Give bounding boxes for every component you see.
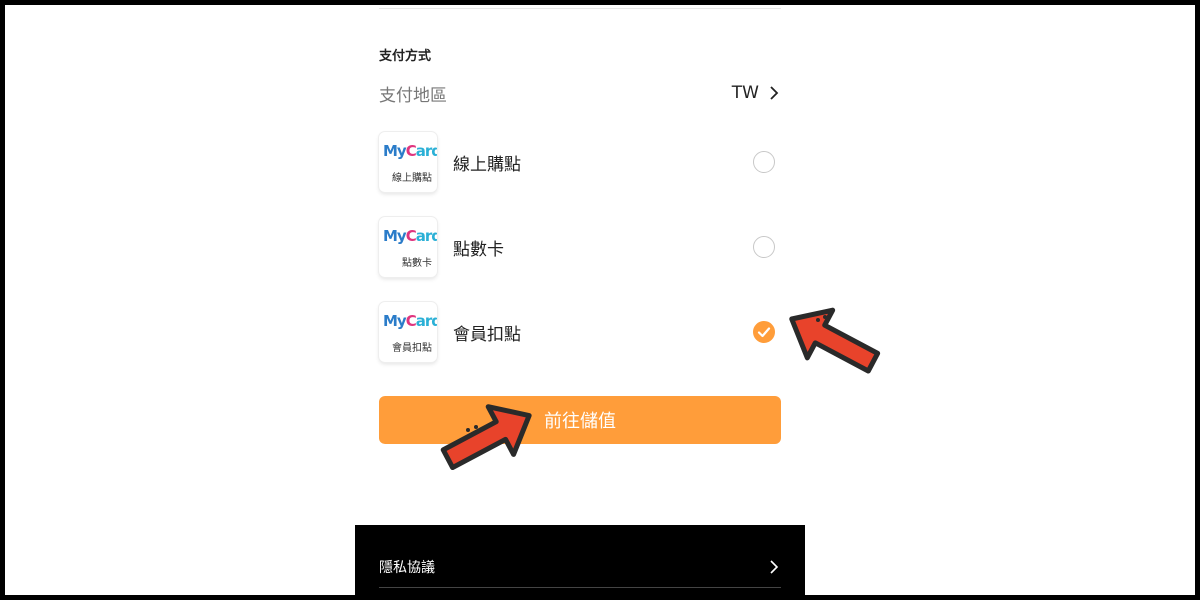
payment-method-member-points[interactable]: MyCard 會員扣點 會員扣點 <box>379 300 781 364</box>
payment-method-label: 會員扣點 <box>453 324 521 345</box>
payment-method-radio[interactable] <box>753 236 775 258</box>
check-icon <box>757 327 771 338</box>
logo-subtitle: 點數卡 <box>402 258 432 269</box>
footer-item-privacy[interactable]: 隱私協議 <box>379 555 781 579</box>
logo-brand-my: My <box>383 142 407 160</box>
logo-brand-ard: ard <box>415 227 437 245</box>
mycard-logo-brand: MyCard <box>383 312 437 330</box>
payment-region-row[interactable]: 支付地區 TW <box>379 81 781 106</box>
mycard-logo: MyCard 線上購點 <box>379 132 437 192</box>
payment-method-online[interactable]: MyCard 線上購點 線上購點 <box>379 130 781 194</box>
mycard-logo-brand: MyCard <box>383 142 437 160</box>
region-value: TW <box>731 83 759 103</box>
logo-brand-ard: ard <box>415 142 437 160</box>
footer: 隱私協議 <box>355 525 805 595</box>
logo-brand-my: My <box>383 312 407 330</box>
submit-topup-button[interactable]: 前往儲值 <box>379 396 781 444</box>
payment-method-label: 線上購點 <box>453 154 521 175</box>
mycard-logo-brand: MyCard <box>383 227 437 245</box>
logo-brand-c: C <box>405 142 417 160</box>
logo-subtitle: 會員扣點 <box>392 343 432 354</box>
section-title: 支付方式 <box>379 49 432 64</box>
region-value-group: TW <box>732 83 781 103</box>
payment-method-label: 點數卡 <box>453 239 504 260</box>
payment-method-radio[interactable] <box>753 151 775 173</box>
divider <box>379 587 781 588</box>
logo-brand-c: C <box>405 312 417 330</box>
region-label: 支付地區 <box>379 85 447 106</box>
divider <box>379 8 781 9</box>
mycard-logo: MyCard 會員扣點 <box>379 302 437 362</box>
logo-brand-c: C <box>405 227 417 245</box>
logo-brand-ard: ard <box>415 312 437 330</box>
footer-item-label: 隱私協議 <box>379 560 435 576</box>
payment-panel: 支付方式 支付地區 TW MyCard 線上購點 線上購點 MyCard 點數卡… <box>355 5 805 595</box>
mycard-logo: MyCard 點數卡 <box>379 217 437 277</box>
payment-method-radio-selected[interactable] <box>753 321 775 343</box>
logo-brand-my: My <box>383 227 407 245</box>
chevron-right-icon <box>770 560 779 574</box>
payment-method-card[interactable]: MyCard 點數卡 點數卡 <box>379 215 781 279</box>
logo-subtitle: 線上購點 <box>392 173 432 184</box>
chevron-right-icon <box>770 86 779 100</box>
